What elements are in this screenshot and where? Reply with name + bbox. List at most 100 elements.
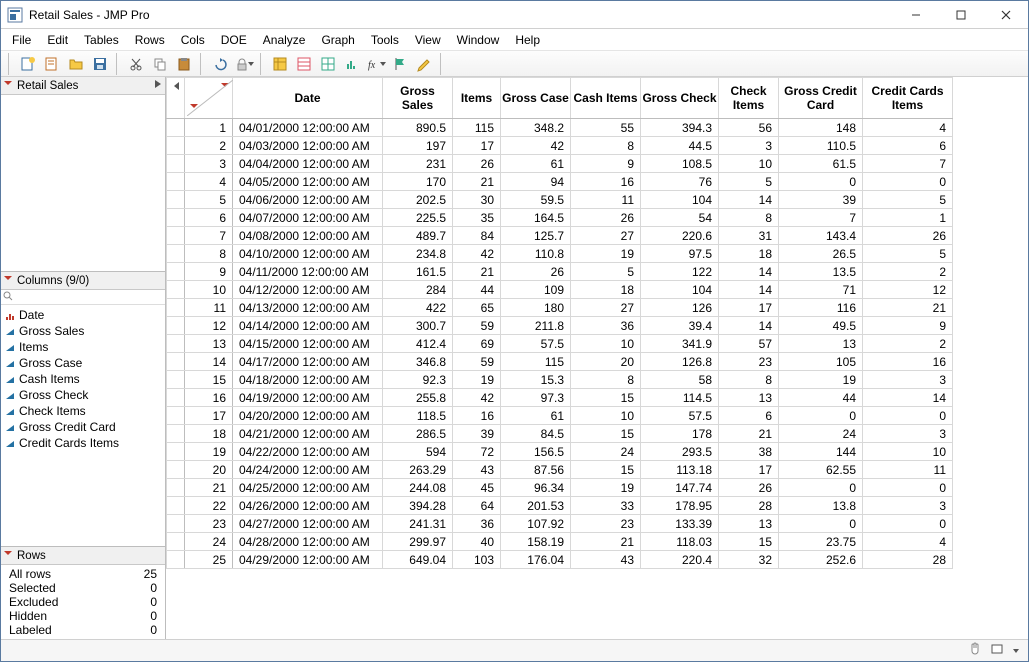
cell[interactable]: 84 — [453, 227, 501, 245]
edit-icon[interactable] — [413, 53, 435, 75]
cell[interactable]: 39 — [779, 191, 863, 209]
cell[interactable]: 9 — [571, 155, 641, 173]
cell[interactable]: 143.4 — [779, 227, 863, 245]
row-state-cell[interactable] — [167, 209, 185, 227]
cell[interactable]: 178 — [641, 425, 719, 443]
column-item[interactable]: Gross Case — [5, 355, 161, 371]
table-row[interactable]: 704/08/2000 12:00:00 AM489.784125.727220… — [167, 227, 953, 245]
cell[interactable]: 649.04 — [383, 551, 453, 569]
cell[interactable]: 59 — [453, 317, 501, 335]
cell[interactable]: 0 — [863, 407, 953, 425]
cell[interactable]: 202.5 — [383, 191, 453, 209]
column-header[interactable]: Gross Case — [501, 78, 571, 119]
cell[interactable]: 126.8 — [641, 353, 719, 371]
cell[interactable]: 19 — [779, 371, 863, 389]
cell[interactable]: 15 — [571, 389, 641, 407]
column-item[interactable]: Gross Check — [5, 387, 161, 403]
cell[interactable]: 40 — [453, 533, 501, 551]
rows-panel-header[interactable]: Rows — [1, 547, 165, 565]
cell[interactable]: 3 — [863, 497, 953, 515]
row-number-cell[interactable]: 7 — [185, 227, 233, 245]
cell[interactable]: 58 — [641, 371, 719, 389]
save-icon[interactable] — [89, 53, 111, 75]
cell[interactable]: 13 — [719, 515, 779, 533]
column-header[interactable]: Gross Credit Card — [779, 78, 863, 119]
cell[interactable]: 44.5 — [641, 137, 719, 155]
menu-analyze[interactable]: Analyze — [256, 32, 313, 48]
cell[interactable]: 126 — [641, 299, 719, 317]
cell[interactable]: 115 — [501, 353, 571, 371]
cell[interactable]: 244.08 — [383, 479, 453, 497]
cell[interactable]: 04/01/2000 12:00:00 AM — [233, 119, 383, 137]
row-number-cell[interactable]: 16 — [185, 389, 233, 407]
cell[interactable]: 252.6 — [779, 551, 863, 569]
cell[interactable]: 59 — [453, 353, 501, 371]
row-number-cell[interactable]: 24 — [185, 533, 233, 551]
cell[interactable]: 118.03 — [641, 533, 719, 551]
column-header[interactable]: Date — [233, 78, 383, 119]
table-row[interactable]: 104/01/2000 12:00:00 AM890.5115348.25539… — [167, 119, 953, 137]
rows-stat[interactable]: All rows25 — [5, 567, 161, 581]
cell[interactable]: 5 — [719, 173, 779, 191]
cell[interactable]: 13.8 — [779, 497, 863, 515]
cell[interactable]: 3 — [863, 425, 953, 443]
cell[interactable]: 13 — [719, 389, 779, 407]
grid-corner[interactable] — [185, 78, 233, 119]
status-rect-icon[interactable] — [990, 642, 1004, 659]
cell[interactable]: 04/17/2000 12:00:00 AM — [233, 353, 383, 371]
cell[interactable]: 04/27/2000 12:00:00 AM — [233, 515, 383, 533]
cell[interactable]: 2 — [863, 263, 953, 281]
row-number-cell[interactable]: 4 — [185, 173, 233, 191]
cell[interactable]: 118.5 — [383, 407, 453, 425]
cell[interactable]: 293.5 — [641, 443, 719, 461]
menu-view[interactable]: View — [408, 32, 448, 48]
cell[interactable]: 59.5 — [501, 191, 571, 209]
status-hand-icon[interactable] — [968, 642, 982, 659]
cell[interactable]: 15.3 — [501, 371, 571, 389]
cell[interactable]: 5 — [571, 263, 641, 281]
cell[interactable]: 13.5 — [779, 263, 863, 281]
cell[interactable]: 299.97 — [383, 533, 453, 551]
cell[interactable]: 04/04/2000 12:00:00 AM — [233, 155, 383, 173]
cell[interactable]: 04/11/2000 12:00:00 AM — [233, 263, 383, 281]
row-state-cell[interactable] — [167, 443, 185, 461]
menu-cols[interactable]: Cols — [174, 32, 212, 48]
column-header[interactable]: Items — [453, 78, 501, 119]
cell[interactable]: 5 — [863, 191, 953, 209]
cell[interactable]: 300.7 — [383, 317, 453, 335]
cell[interactable]: 19 — [453, 371, 501, 389]
cell[interactable]: 04/19/2000 12:00:00 AM — [233, 389, 383, 407]
maximize-button[interactable] — [938, 1, 983, 29]
cell[interactable]: 24 — [571, 443, 641, 461]
cell[interactable]: 144 — [779, 443, 863, 461]
menu-rows[interactable]: Rows — [128, 32, 172, 48]
cell[interactable]: 30 — [453, 191, 501, 209]
cell[interactable]: 104 — [641, 191, 719, 209]
table-row[interactable]: 204/03/2000 12:00:00 AM1971742844.53110.… — [167, 137, 953, 155]
row-state-cell[interactable] — [167, 173, 185, 191]
cell[interactable]: 32 — [719, 551, 779, 569]
row-state-cell[interactable] — [167, 155, 185, 173]
table-view2-icon[interactable] — [293, 53, 315, 75]
cell[interactable]: 164.5 — [501, 209, 571, 227]
column-item[interactable]: Gross Credit Card — [5, 419, 161, 435]
menu-doe[interactable]: DOE — [214, 32, 254, 48]
cell[interactable]: 92.3 — [383, 371, 453, 389]
cell[interactable]: 2 — [863, 335, 953, 353]
row-state-cell[interactable] — [167, 497, 185, 515]
columns-panel-header[interactable]: Columns (9/0) — [1, 272, 165, 290]
rows-stat[interactable]: Selected0 — [5, 581, 161, 595]
menu-file[interactable]: File — [5, 32, 38, 48]
cell[interactable]: 108.5 — [641, 155, 719, 173]
row-number-cell[interactable]: 10 — [185, 281, 233, 299]
row-number-cell[interactable]: 1 — [185, 119, 233, 137]
lock-icon[interactable] — [233, 53, 255, 75]
table-row[interactable]: 604/07/2000 12:00:00 AM225.535164.526548… — [167, 209, 953, 227]
cell[interactable]: 56 — [719, 119, 779, 137]
cell[interactable]: 61 — [501, 155, 571, 173]
cell[interactable]: 10 — [719, 155, 779, 173]
source-panel-body[interactable] — [1, 95, 165, 271]
cell[interactable]: 180 — [501, 299, 571, 317]
cell[interactable]: 412.4 — [383, 335, 453, 353]
cell[interactable]: 04/29/2000 12:00:00 AM — [233, 551, 383, 569]
